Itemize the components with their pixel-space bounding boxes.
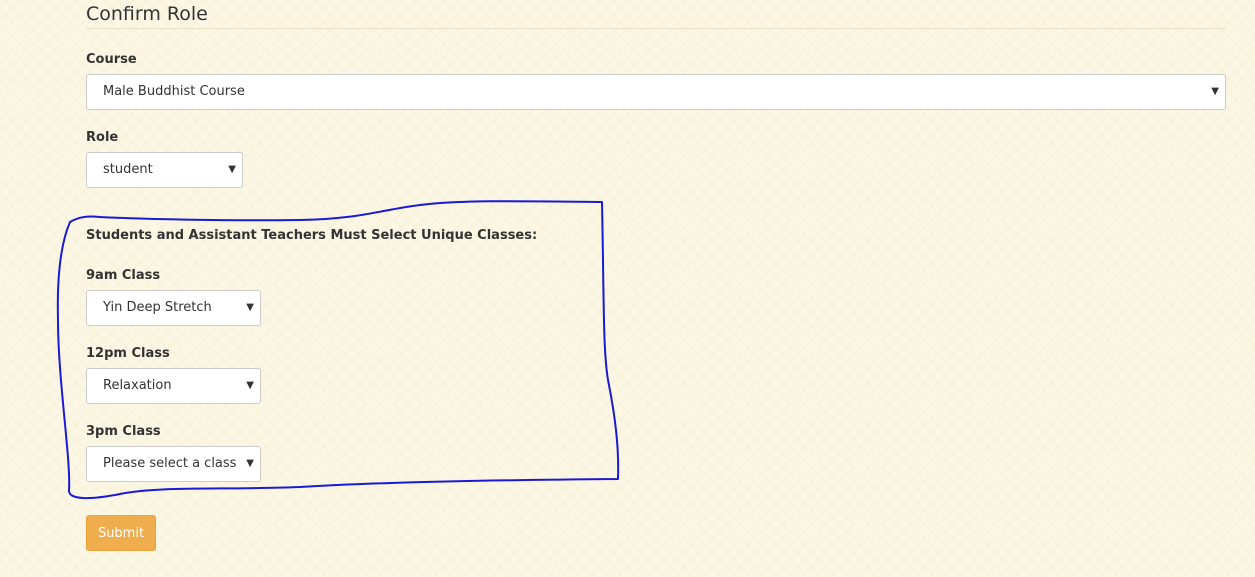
page-title: Confirm Role bbox=[86, 3, 208, 25]
caret-down-icon: ▼ bbox=[246, 458, 254, 469]
course-select-value: Male Buddhist Course bbox=[103, 84, 245, 99]
unique-classes-heading: Students and Assistant Teachers Must Sel… bbox=[86, 228, 538, 243]
role-label: Role bbox=[86, 130, 119, 145]
caret-down-icon: ▼ bbox=[246, 302, 254, 313]
role-select-value: student bbox=[103, 162, 153, 177]
class-12pm-select[interactable]: Relaxation ▼ bbox=[86, 368, 261, 404]
caret-down-icon: ▼ bbox=[246, 380, 254, 391]
submit-button[interactable]: Submit bbox=[86, 515, 156, 551]
class-9am-label: 9am Class bbox=[86, 268, 161, 283]
class-3pm-select[interactable]: Please select a class ▼ bbox=[86, 446, 261, 482]
class-12pm-label: 12pm Class bbox=[86, 346, 170, 361]
title-divider bbox=[86, 28, 1226, 29]
caret-down-icon: ▼ bbox=[228, 164, 236, 175]
caret-down-icon: ▼ bbox=[1211, 86, 1219, 97]
course-select[interactable]: Male Buddhist Course ▼ bbox=[86, 74, 1226, 110]
class-3pm-select-value: Please select a class bbox=[103, 456, 237, 471]
class-9am-select[interactable]: Yin Deep Stretch ▼ bbox=[86, 290, 261, 326]
role-select[interactable]: student ▼ bbox=[86, 152, 243, 188]
course-label: Course bbox=[86, 52, 137, 67]
class-3pm-label: 3pm Class bbox=[86, 424, 161, 439]
class-9am-select-value: Yin Deep Stretch bbox=[103, 300, 212, 315]
class-12pm-select-value: Relaxation bbox=[103, 378, 172, 393]
